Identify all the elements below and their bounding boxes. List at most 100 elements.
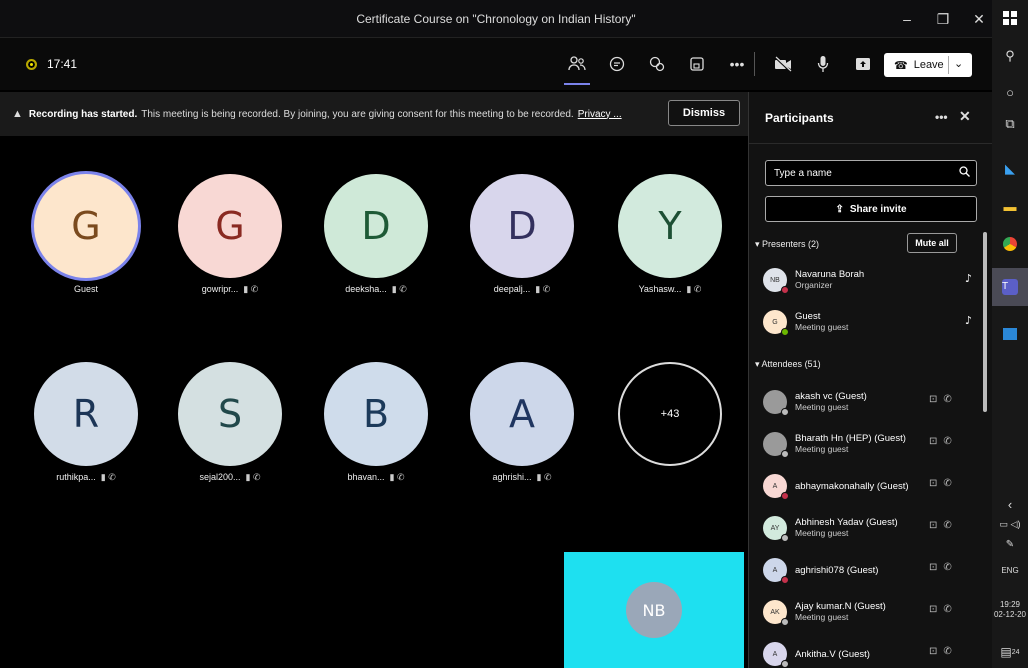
- participant-name: sejal200...: [199, 472, 241, 482]
- avatar: G: [763, 310, 789, 336]
- clock-date[interactable]: 02-12-20: [992, 610, 1028, 620]
- participant-name: deepalj...: [493, 284, 531, 294]
- edge-browser-icon[interactable]: ◣: [992, 155, 1028, 183]
- status-badge: [781, 286, 789, 294]
- close-icon[interactable]: ✕: [959, 108, 971, 125]
- search-field[interactable]: [765, 160, 977, 186]
- breakout-rooms-icon[interactable]: [686, 53, 708, 75]
- avatar: B: [324, 362, 428, 466]
- search-icon[interactable]: ⚲: [992, 42, 1028, 70]
- camera-call-icon: ▮ ✆: [100, 472, 116, 482]
- participant-row[interactable]: NB Navaruna Borah Organizer ♪: [763, 262, 985, 298]
- presenters-label: Presenters (2): [762, 239, 820, 249]
- title-bar: Certificate Course on "Chronology on Ind…: [0, 0, 992, 38]
- pen-icon[interactable]: ✎: [992, 530, 1028, 558]
- participant-role: Meeting guest: [795, 612, 849, 622]
- participant-row[interactable]: Aaghrishi078 (Guest) ⊡✆: [763, 552, 985, 588]
- participant-tile[interactable]: Ddeepalj... ▮ ✆: [462, 174, 582, 295]
- toolbar-divider: [754, 52, 755, 76]
- windows-start-icon[interactable]: [992, 4, 1028, 32]
- microphone-icon[interactable]: ♪: [965, 272, 972, 285]
- leave-button[interactable]: ☎ Leave ⌄: [884, 53, 972, 77]
- photos-icon[interactable]: [992, 320, 1028, 348]
- status-badge: [781, 576, 789, 584]
- camera-call-icon: ▮ ✆: [245, 472, 261, 482]
- participant-row[interactable]: G Guest Meeting guest ♪: [763, 304, 985, 340]
- participant-tile[interactable]: Bbhavan... ▮ ✆: [316, 362, 436, 483]
- microphone-icon[interactable]: [812, 53, 834, 75]
- participant-name: Guest: [795, 311, 821, 322]
- minimize-button[interactable]: –: [900, 11, 914, 27]
- share-screen-icon[interactable]: [852, 53, 874, 75]
- language-indicator[interactable]: ENG: [992, 566, 1028, 576]
- avatar: D: [470, 174, 574, 278]
- more-participants-tile[interactable]: +43: [610, 362, 730, 466]
- clock-time[interactable]: 19:29: [992, 600, 1028, 610]
- participant-row[interactable]: Bharath Hn (HEP) (Guest) Meeting guest ⊡✆: [763, 426, 985, 462]
- reactions-icon[interactable]: [646, 53, 668, 75]
- avatar: NB: [626, 582, 682, 638]
- participant-row[interactable]: Aabhaymakonahally (Guest) ⊡✆: [763, 468, 985, 504]
- camera-call-icon: ⊡✆: [929, 604, 958, 615]
- participant-row[interactable]: akash vc (Guest) Meeting guest ⊡✆: [763, 384, 985, 420]
- chrome-icon[interactable]: [992, 230, 1028, 258]
- participant-name: gowripr...: [201, 284, 239, 294]
- camera-call-icon: ▮ ✆: [243, 284, 259, 294]
- chevron-down-icon[interactable]: ⌄: [954, 57, 963, 70]
- more-options-icon[interactable]: •••: [935, 110, 948, 124]
- status-badge: [781, 660, 789, 668]
- participants-icon[interactable]: [564, 53, 590, 85]
- participant-tile[interactable]: Y Yashasw... ▮ ✆: [610, 174, 730, 295]
- participants-panel: Participants ••• ✕ ⇪ Share invite ▾ Pres…: [748, 92, 992, 668]
- search-icon[interactable]: [959, 166, 970, 180]
- participant-name: ruthikpa...: [56, 472, 96, 482]
- dismiss-button[interactable]: Dismiss: [668, 100, 740, 126]
- participant-tile[interactable]: G Guest: [26, 174, 146, 294]
- notifications-icon[interactable]: ▤ 24: [992, 638, 1028, 666]
- mute-all-button[interactable]: Mute all: [907, 233, 957, 253]
- avatar: NB: [763, 268, 789, 294]
- microphone-icon[interactable]: ♪: [965, 314, 972, 327]
- leave-label: Leave: [913, 59, 944, 71]
- participant-name: abhaymakonahally (Guest): [795, 480, 909, 492]
- avatar: A: [763, 642, 789, 668]
- warning-icon: ▲: [12, 108, 23, 120]
- task-view-icon[interactable]: ⧉: [992, 110, 1028, 138]
- maximize-button[interactable]: ❐: [936, 11, 950, 28]
- participant-row[interactable]: AY Abhinesh Yadav (Guest) Meeting guest ⊡✆: [763, 510, 985, 546]
- chat-icon[interactable]: [606, 53, 628, 75]
- privacy-link[interactable]: Privacy ...: [578, 109, 622, 120]
- banner-heading: Recording has started.: [28, 108, 138, 120]
- presenters-header[interactable]: ▾ Presenters (2): [755, 239, 819, 250]
- window-title: Certificate Course on "Chronology on Ind…: [356, 11, 636, 26]
- search-input[interactable]: [774, 167, 954, 179]
- meeting-timer: 17:41: [47, 57, 78, 71]
- participant-name: bhavan...: [347, 472, 385, 482]
- cortana-icon[interactable]: ○: [992, 78, 1028, 106]
- camera-off-icon[interactable]: [772, 53, 794, 75]
- status-badge: [781, 450, 789, 458]
- avatar: D: [324, 174, 428, 278]
- participant-tile[interactable]: Aaghrishi... ▮ ✆: [462, 362, 582, 483]
- more-actions-icon[interactable]: •••: [726, 53, 748, 75]
- share-invite-button[interactable]: ⇪ Share invite: [765, 196, 977, 222]
- participant-tile[interactable]: Ddeeksha... ▮ ✆: [316, 174, 436, 295]
- participant-row[interactable]: AK Ajay kumar.N (Guest) Meeting guest ⊡✆: [763, 594, 985, 630]
- recording-banner: ▲ Recording has started. This meeting is…: [0, 92, 748, 136]
- participant-row[interactable]: A Ankitha.V (Guest) ⊡✆: [763, 636, 985, 668]
- attendees-header[interactable]: ▾ Attendees (51): [755, 359, 821, 370]
- participant-tile[interactable]: Ssejal200... ▮ ✆: [170, 362, 290, 483]
- teams-icon[interactable]: T: [992, 268, 1028, 306]
- avatar: A: [470, 362, 574, 466]
- close-window-button[interactable]: ✕: [972, 11, 986, 28]
- scrollbar[interactable]: [983, 232, 987, 412]
- participant-name: Bharath Hn (HEP) (Guest): [795, 433, 906, 444]
- self-view[interactable]: NB: [564, 552, 744, 668]
- participant-tile[interactable]: Rruthikpa... ▮ ✆: [26, 362, 146, 483]
- more-count: +43: [660, 408, 680, 420]
- participant-tile[interactable]: Ggowripr... ▮ ✆: [170, 174, 290, 295]
- status-badge: [781, 534, 789, 542]
- file-explorer-icon[interactable]: ▬: [992, 192, 1028, 220]
- avatar: G: [34, 174, 138, 278]
- share-icon: ⇪: [835, 203, 844, 215]
